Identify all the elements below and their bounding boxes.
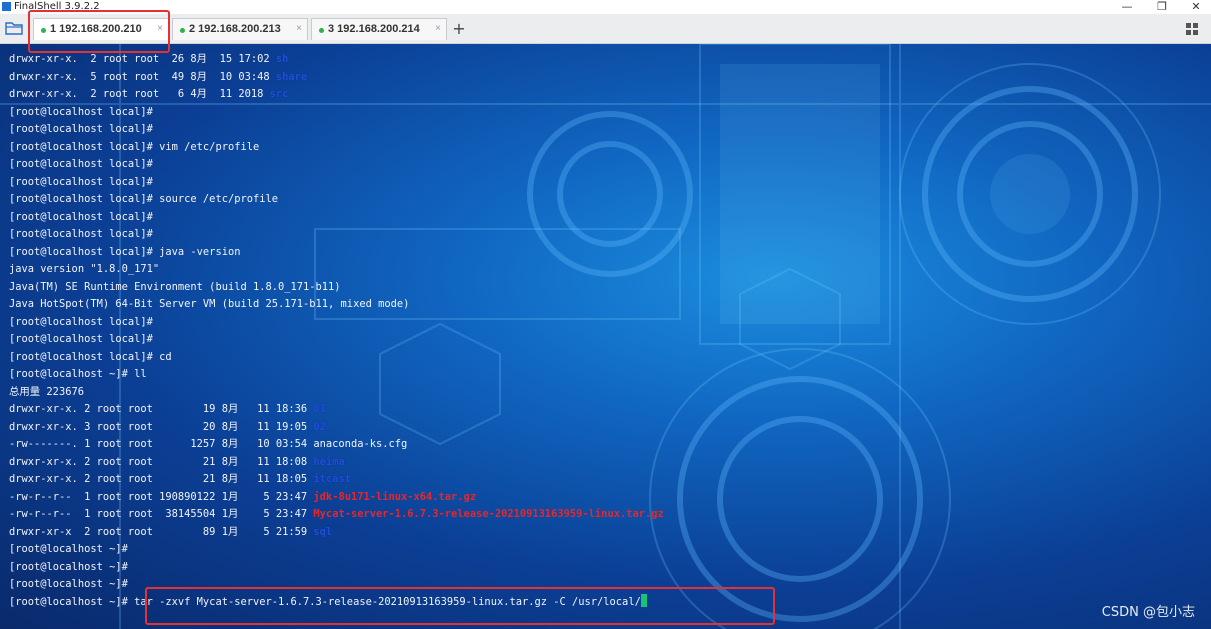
terminal-line: -rw-r--r-- 1 root root 190890122 1月 5 23… [9, 489, 664, 507]
maximize-button[interactable]: ❐ [1147, 0, 1177, 14]
connected-status-icon [319, 28, 324, 33]
grid-icon[interactable] [1186, 23, 1198, 35]
tab-close-icon[interactable]: × [157, 23, 163, 34]
line-text: drwxr-xr-x. 2 root root 19 8月 11 18:36 [9, 403, 314, 415]
line-text: [root@localhost ~]# [9, 543, 135, 555]
line-text: [root@localhost ~]# tar -zxvf Mycat-serv… [9, 595, 641, 608]
line-text: drwxr-xr-x. 2 root root 21 8月 11 18:05 [9, 473, 314, 485]
terminal-line: [root@localhost ~]# ll [9, 366, 664, 384]
line-text: drwxr-xr-x. 3 root root 20 8月 11 19:05 [9, 420, 314, 433]
terminal-line: [root@localhost local]# [9, 121, 664, 139]
terminal-line: drwxr-xr-x 2 root root 89 1月 5 21:59 sql [9, 524, 664, 542]
terminal-line: drwxr-xr-x. 3 root root 20 8月 11 19:05 0… [9, 419, 664, 437]
terminal-line: -rw-r--r-- 1 root root 38145504 1月 5 23:… [9, 506, 664, 524]
directory-name: 01 [313, 403, 326, 415]
line-text: [root@localhost local]# [9, 228, 160, 240]
line-text: [root@localhost local]# [9, 123, 160, 135]
line-text: [root@localhost local]# [9, 158, 160, 170]
terminal-line: Java(TM) SE Runtime Environment (build 1… [9, 279, 664, 297]
directory-name: sql [313, 525, 333, 538]
tab-label: 2 192.168.200.213 [189, 23, 281, 35]
tab-session-2[interactable]: 2 192.168.200.213 × [172, 18, 308, 40]
terminal-line: [root@localhost local]# [9, 156, 664, 174]
terminal-line: [root@localhost ~]# tar -zxvf Mycat-serv… [9, 593, 664, 612]
folder-icon[interactable] [5, 20, 23, 36]
line-text: drwxr-xr-x. 2 root root 21 8月 11 18:08 [9, 455, 314, 468]
text-cursor [640, 593, 647, 607]
terminal-line: -rw-------. 1 root root 1257 8月 10 03:54… [9, 436, 664, 454]
line-text: drwxr-xr-x. 5 root root 49 8月 10 03:48 [9, 70, 276, 83]
terminal-line: Java HotSpot(TM) 64-Bit Server VM (build… [9, 296, 664, 314]
window-title: FinalShell 3.9.2.2 [14, 1, 100, 12]
terminal-line: [root@localhost local]# [9, 314, 664, 332]
terminal-line: drwxr-xr-x. 5 root root 49 8月 10 03:48 s… [9, 69, 664, 87]
terminal-line: [root@localhost local]# [9, 209, 664, 227]
connected-status-icon [41, 28, 46, 33]
line-text: [root@localhost local]# java -version [9, 245, 241, 258]
terminal-line: [root@localhost local]# java -version [9, 244, 664, 262]
line-text: -rw-r--r-- 1 root root 190890122 1月 5 23… [9, 490, 314, 503]
minimize-button[interactable]: — [1112, 0, 1142, 14]
terminal-line: 总用量 223676 [9, 384, 664, 402]
terminal-line: drwxr-xr-x. 2 root root 21 8月 11 18:05 i… [9, 471, 664, 489]
close-window-button[interactable]: ✕ [1181, 0, 1211, 14]
add-tab-button[interactable]: + [452, 19, 466, 39]
terminal-output[interactable]: drwxr-xr-x. 2 root root 26 8月 15 17:02 s… [0, 44, 1211, 629]
archive-file-name: Mycat-server-1.6.7.3-release-20210913163… [313, 508, 664, 520]
line-text: [root@localhost local]# [9, 175, 160, 188]
line-text: [root@localhost local]# vim /etc/profile [9, 140, 260, 153]
line-text: Java(TM) SE Runtime Environment (build 1… [9, 280, 341, 293]
tab-label: 1 192.168.200.210 [50, 23, 142, 35]
directory-name: src [269, 88, 289, 100]
terminal-line: [root@localhost ~]# [9, 559, 664, 577]
line-text: -rw-------. 1 root root 1257 8月 10 03:54… [9, 438, 408, 450]
app-logo-icon [2, 2, 11, 11]
directory-name: itcast [313, 473, 351, 485]
terminal-line: drwxr-xr-x. 2 root root 21 8月 11 18:08 h… [9, 454, 664, 472]
terminal-line: [root@localhost ~]# [9, 576, 664, 594]
line-text: drwxr-xr-x. 2 root root 26 8月 15 17:02 [9, 53, 276, 65]
line-text: 总用量 223676 [9, 385, 84, 398]
terminal-line: java version "1.8.0_171" [9, 261, 664, 279]
tab-close-icon[interactable]: × [435, 23, 441, 34]
terminal-line: [root@localhost local]# [9, 331, 664, 349]
terminal-line: [root@localhost local]# [9, 104, 664, 122]
terminal-lines: drwxr-xr-x. 2 root root 26 8月 15 17:02 s… [9, 51, 664, 611]
line-text: [root@localhost local]# [9, 333, 160, 345]
terminal-line: drwxr-xr-x. 2 root root 19 8月 11 18:36 0… [9, 401, 664, 419]
terminal-line: [root@localhost local]# [9, 174, 664, 192]
line-text: drwxr-xr-x. 2 root root 6 4月 11 2018 [9, 88, 270, 100]
line-text: [root@localhost ~]# [9, 578, 135, 590]
line-text: [root@localhost local]# [9, 210, 160, 223]
line-text: [root@localhost local]# cd [9, 350, 172, 363]
line-text: [root@localhost ~]# ll [9, 368, 147, 380]
line-text: drwxr-xr-x 2 root root 89 1月 5 21:59 [9, 525, 314, 538]
terminal-line: [root@localhost local]# [9, 226, 664, 244]
terminal-line: [root@localhost local]# source /etc/prof… [9, 191, 664, 209]
directory-name: heima [313, 455, 345, 468]
terminal-line: [root@localhost ~]# [9, 541, 664, 559]
title-bar: FinalShell 3.9.2.2 — ❐ ✕ [0, 0, 1211, 14]
watermark: CSDN @包小志 [1101, 605, 1195, 620]
directory-name: share [275, 70, 308, 83]
tab-label: 3 192.168.200.214 [328, 23, 420, 35]
line-text: [root@localhost local]# source /etc/prof… [9, 193, 278, 205]
terminal-line: drwxr-xr-x. 2 root root 6 4月 11 2018 src [9, 86, 664, 104]
terminal-line: drwxr-xr-x. 2 root root 26 8月 15 17:02 s… [9, 51, 664, 69]
line-text: -rw-r--r-- 1 root root 38145504 1月 5 23:… [9, 508, 314, 520]
directory-name: 02 [313, 420, 326, 433]
terminal-line: [root@localhost local]# cd [9, 349, 664, 367]
terminal-line: [root@localhost local]# vim /etc/profile [9, 139, 664, 157]
tab-session-1[interactable]: 1 192.168.200.210 × [33, 18, 169, 40]
line-text: [root@localhost local]# [9, 315, 160, 328]
archive-file-name: jdk-8u171-linux-x64.tar.gz [313, 490, 477, 503]
connected-status-icon [180, 28, 185, 33]
tab-session-3[interactable]: 3 192.168.200.214 × [311, 18, 447, 40]
tab-close-icon[interactable]: × [296, 23, 302, 34]
directory-name: sh [275, 53, 289, 65]
line-text: [root@localhost local]# [9, 105, 160, 118]
line-text: java version "1.8.0_171" [9, 263, 160, 275]
line-text: [root@localhost ~]# [9, 560, 135, 573]
line-text: Java HotSpot(TM) 64-Bit Server VM (build… [9, 298, 410, 310]
